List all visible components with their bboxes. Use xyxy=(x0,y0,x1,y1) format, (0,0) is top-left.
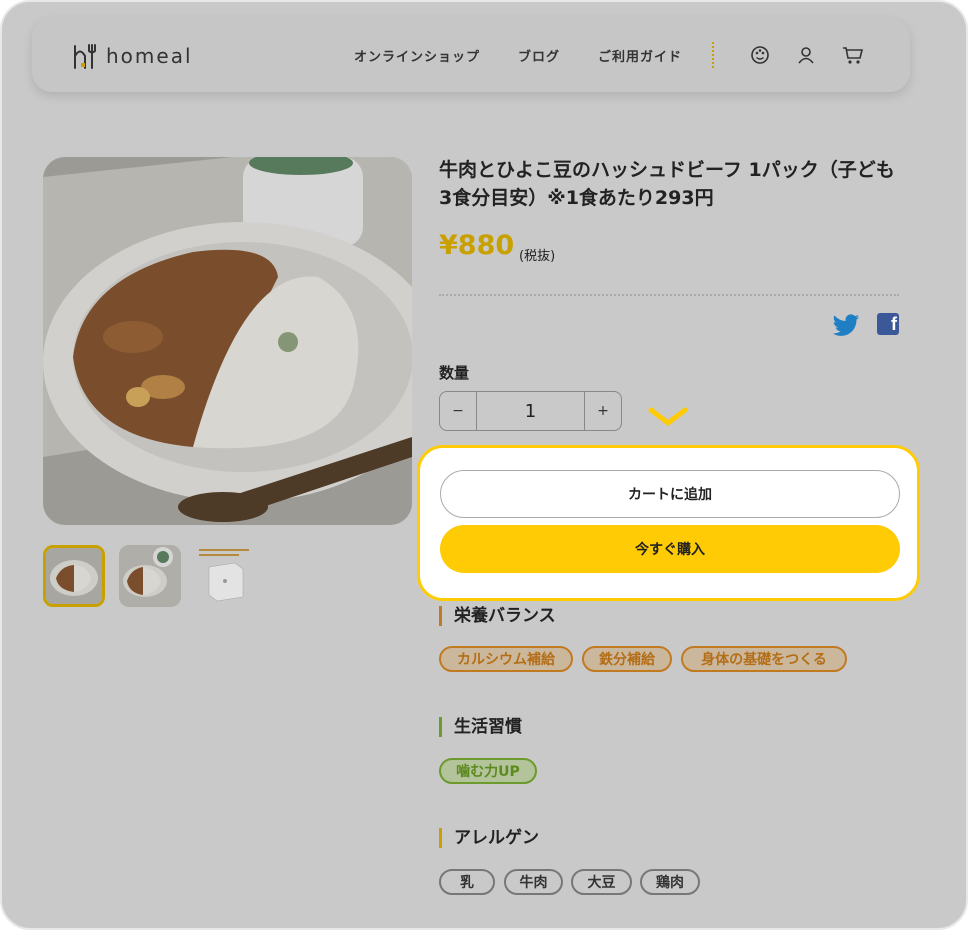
tag-calcium: カルシウム補給 xyxy=(439,646,573,672)
main-nav: オンラインショップ ブログ ご利用ガイド xyxy=(354,46,720,65)
quantity-minus-button[interactable]: − xyxy=(440,392,476,430)
facebook-icon[interactable]: f xyxy=(877,313,899,335)
quantity-label: 数量 xyxy=(439,364,470,382)
twitter-icon[interactable] xyxy=(831,314,861,342)
logo-text: homeal xyxy=(106,44,193,68)
product-title: 牛肉とひよこ豆のハッシュドビーフ 1パック（子ども3食分目安）※1食あたり293… xyxy=(439,159,895,209)
product-price: ¥880 xyxy=(439,230,515,261)
buy-now-button[interactable]: 今すぐ購入 xyxy=(440,525,900,573)
tag-body-foundation: 身体の基礎をつくる xyxy=(681,646,847,672)
divider xyxy=(439,294,899,296)
allergens-heading: アレルゲン xyxy=(439,828,539,848)
page-frame: homeal オンラインショップ ブログ ご利用ガイド 牛肉とひよこ豆のハッシュ… xyxy=(0,0,968,930)
tag-soy: 大豆 xyxy=(571,869,632,895)
product-main-image xyxy=(43,157,412,525)
thumbnail-3[interactable] xyxy=(195,545,257,607)
quantity-plus-button[interactable]: + xyxy=(585,392,621,430)
homeal-logo[interactable]: homeal xyxy=(72,40,193,72)
tax-note: (税抜) xyxy=(519,249,556,264)
nav-online-shop[interactable]: オンラインショップ xyxy=(354,46,480,65)
nav-blog[interactable]: ブログ xyxy=(518,46,560,65)
add-to-cart-button[interactable]: カートに追加 xyxy=(440,470,900,518)
nav-guide[interactable]: ご利用ガイド xyxy=(598,46,682,65)
tag-chewing: 噛む力UP xyxy=(439,758,537,784)
user-icon[interactable] xyxy=(795,44,817,66)
tag-beef: 牛肉 xyxy=(504,869,563,895)
tag-iron: 鉄分補給 xyxy=(582,646,672,672)
chevron-down-icon xyxy=(647,406,689,432)
logo-house-icon xyxy=(74,44,96,69)
face-icon[interactable] xyxy=(749,44,771,66)
quantity-input[interactable]: 1 xyxy=(476,392,585,430)
nav-divider xyxy=(712,42,714,68)
cart-icon[interactable] xyxy=(842,44,864,66)
site-header: homeal オンラインショップ ブログ ご利用ガイド xyxy=(32,18,910,92)
thumbnail-2[interactable] xyxy=(119,545,181,607)
purchase-panel: カートに追加 今すぐ購入 xyxy=(417,445,920,601)
habits-heading: 生活習慣 xyxy=(439,717,522,737)
nutrition-heading: 栄養バランス xyxy=(439,606,556,626)
tag-milk: 乳 xyxy=(439,869,495,895)
tag-chicken: 鶏肉 xyxy=(640,869,700,895)
thumbnail-1[interactable] xyxy=(43,545,105,607)
quantity-stepper: − 1 + xyxy=(439,391,622,431)
